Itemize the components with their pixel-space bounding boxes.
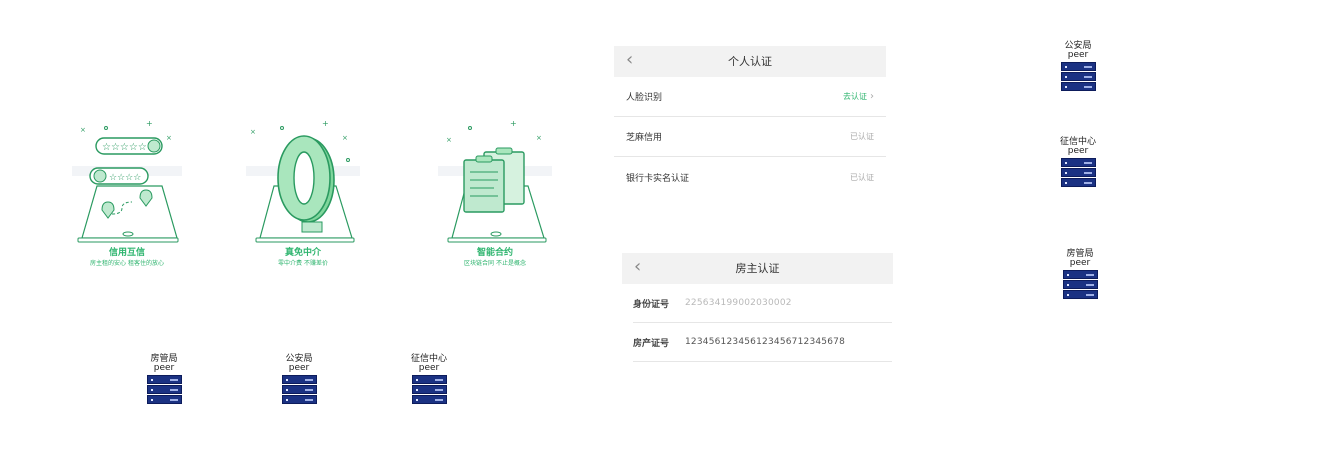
- server-icon: [1060, 158, 1096, 187]
- peer-label: peer: [1067, 50, 1089, 60]
- peer-label: peer: [288, 363, 310, 373]
- svg-text:×: ×: [446, 136, 452, 144]
- svg-text:×: ×: [342, 134, 348, 142]
- feature-subtitle: 区块链合同 不止是概念: [464, 260, 526, 267]
- back-chevron-icon[interactable]: ‹: [634, 256, 641, 277]
- server-icon: [146, 375, 182, 404]
- feature-smart-contract: × + × 智能合约 区块链合同 不止是概念: [430, 118, 560, 268]
- peer-label: peer: [418, 363, 440, 373]
- peer-node-credit-center: 征信中心 peer: [1048, 138, 1108, 188]
- owner-auth-panel: ‹ 房主认证 身份证号 225634199002030002 房产证号 1234…: [622, 253, 893, 362]
- peer-node-credit-center: 征信中心 peer: [399, 355, 459, 405]
- page-title: 个人认证: [728, 55, 772, 68]
- feature-no-agent: × + × 真免中介 零中介费 不赚差价: [238, 118, 368, 268]
- owner-row-deed: 房产证号 123456123456123456712345678: [633, 323, 892, 362]
- feature-subtitle: 零中介费 不赚差价: [278, 260, 328, 267]
- peer-node-police-bureau: 公安局 peer: [1048, 42, 1108, 92]
- peer-label: peer: [153, 363, 175, 373]
- peer-label: peer: [1069, 258, 1091, 268]
- peer-node-police-bureau: 公安局 peer: [269, 355, 329, 405]
- auth-row-sesame: 芝麻信用 已认证: [614, 117, 886, 157]
- chevron-right-icon: ›: [870, 91, 874, 102]
- page-title: 房主认证: [735, 262, 780, 275]
- svg-text:+: +: [510, 119, 517, 128]
- server-icon: [411, 375, 447, 404]
- row-label: 身份证号: [633, 299, 670, 310]
- feature-credit-trust: ☆☆☆☆☆ ☆☆☆☆ × + × 信用互信 房主租的安心 租客住的放心: [62, 118, 192, 268]
- peer-node-housing-bureau: 房管局 peer: [1050, 250, 1110, 300]
- row-label: 银行卡实名认证: [626, 173, 690, 184]
- feature-title: 真免中介: [284, 248, 321, 258]
- svg-text:×: ×: [250, 128, 256, 136]
- credit-trust-illustration: ☆☆☆☆☆ ☆☆☆☆ × + ×: [72, 119, 182, 243]
- owner-row-id: 身份证号 225634199002030002: [633, 284, 892, 323]
- svg-text:×: ×: [536, 134, 542, 142]
- feature-title: 智能合约: [476, 248, 513, 258]
- feature-subtitle: 房主租的安心 租客住的放心: [90, 260, 164, 267]
- svg-text:+: +: [146, 119, 153, 128]
- status-text: 已认证: [850, 172, 874, 182]
- row-label: 房产证号: [633, 338, 670, 349]
- smart-contract-illustration: × + ×: [438, 119, 552, 243]
- row-label: 芝麻信用: [626, 133, 663, 143]
- zero-fee-illustration: × + ×: [246, 119, 360, 243]
- row-label: 人脸识别: [626, 93, 663, 103]
- svg-text:×: ×: [166, 134, 172, 142]
- feature-title: 信用互信: [108, 248, 145, 258]
- status-link[interactable]: 去认证: [843, 92, 867, 101]
- back-chevron-icon[interactable]: ‹: [626, 49, 633, 70]
- svg-text:☆☆☆☆: ☆☆☆☆: [109, 173, 141, 183]
- personal-auth-panel: ‹ 个人认证 人脸识别 去认证 › 芝麻信用 已认证 银行卡实名认证 已认证: [614, 46, 886, 197]
- id-number-input[interactable]: 225634199002030002: [685, 298, 792, 308]
- deed-number-input[interactable]: 123456123456123456712345678: [685, 337, 845, 347]
- personal-auth-navbar: ‹ 个人认证: [614, 46, 886, 77]
- server-icon: [1060, 62, 1096, 91]
- server-icon: [1062, 270, 1098, 299]
- server-icon: [281, 375, 317, 404]
- peer-node-housing-bureau: 房管局 peer: [134, 355, 194, 405]
- status-text: 已认证: [850, 132, 874, 141]
- auth-row-bank: 银行卡实名认证 已认证: [614, 157, 886, 197]
- owner-auth-navbar: ‹ 房主认证: [622, 253, 893, 284]
- peer-label: peer: [1067, 146, 1089, 156]
- svg-text:×: ×: [80, 126, 86, 134]
- svg-text:+: +: [322, 119, 329, 128]
- svg-text:☆☆☆☆☆: ☆☆☆☆☆: [102, 142, 147, 153]
- auth-row-face[interactable]: 人脸识别 去认证 ›: [614, 77, 886, 117]
